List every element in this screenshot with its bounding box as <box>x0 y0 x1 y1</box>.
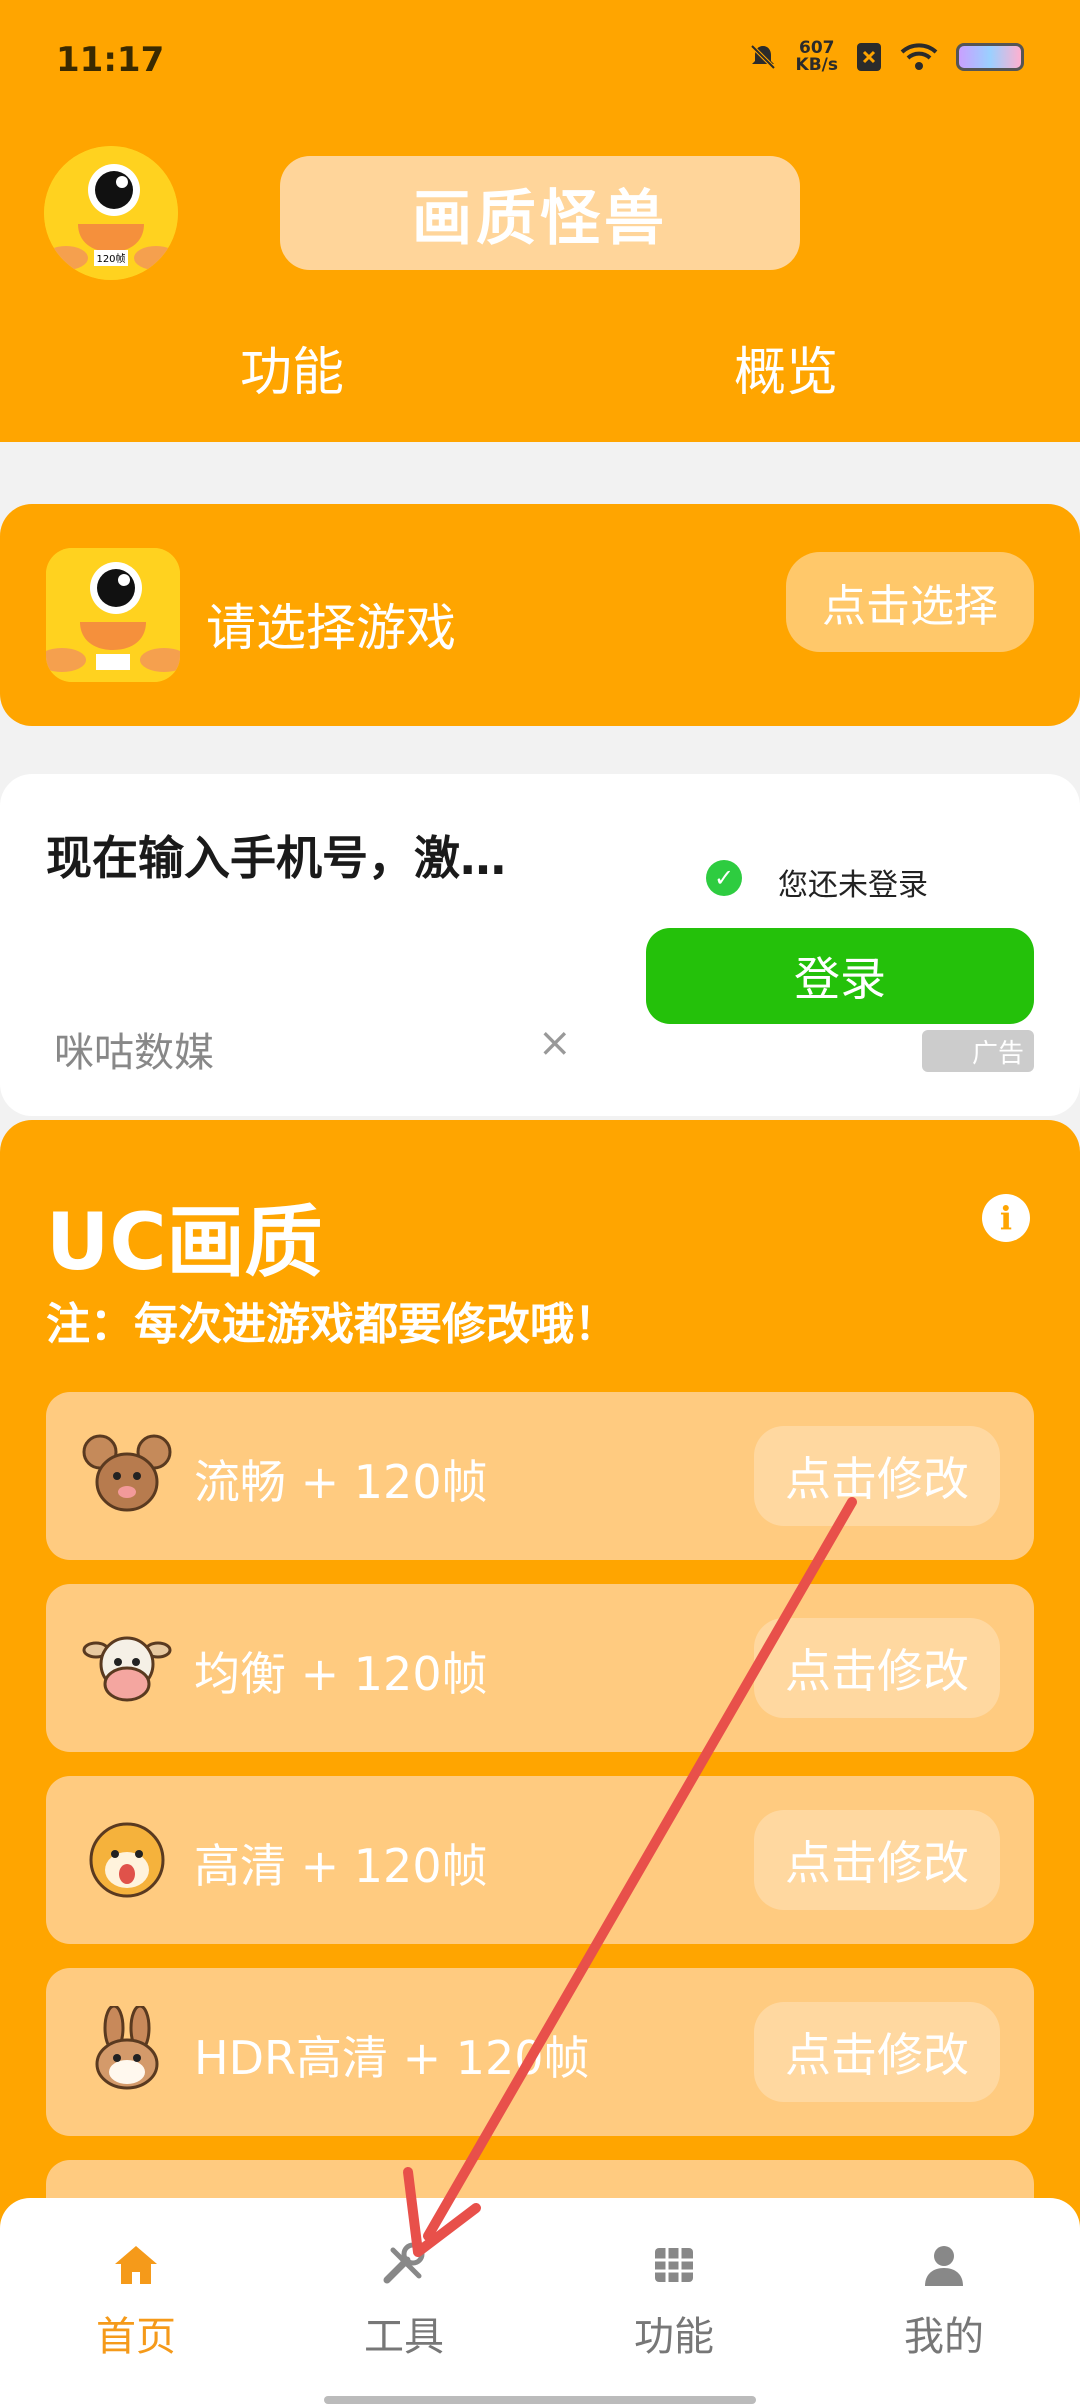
nav-label: 功能 <box>634 2314 714 2360</box>
logo-monster-icon: 120帧 <box>44 146 178 280</box>
status-time: 11:17 <box>56 40 165 80</box>
game-monster-icon <box>46 548 180 682</box>
info-icon[interactable]: i <box>982 1194 1030 1242</box>
tiger-icon <box>89 1822 165 1898</box>
app-header: 11:17 607 KB/s 120帧 画质怪兽 功能 概览 <box>0 0 1080 442</box>
nav-home[interactable]: 首页 <box>36 2240 236 2362</box>
nav-tools[interactable]: 工具 <box>304 2240 504 2362</box>
app-logo[interactable]: 120帧 <box>44 146 178 280</box>
wifi-icon <box>900 43 938 70</box>
game-icon <box>46 548 180 682</box>
net-speed: 607 KB/s <box>795 38 838 75</box>
tools-icon <box>383 2242 425 2284</box>
ad-title: 现在输入手机号，激… <box>46 831 506 885</box>
game-select-card: 请选择游戏 点击选择 <box>0 504 1080 726</box>
cow-icon <box>82 1636 172 1702</box>
nav-features[interactable]: 功能 <box>574 2240 774 2362</box>
app-title: 画质怪兽 <box>412 183 668 254</box>
sim-x-icon <box>857 43 881 71</box>
select-game-label: 请选择游戏 <box>206 599 456 657</box>
modify-button-balanced[interactable]: 点击修改 <box>754 1618 1000 1718</box>
nav-label: 我的 <box>904 2314 984 2360</box>
mode-label: 高清 + 120帧 <box>194 1839 488 1893</box>
battery-icon <box>956 43 1024 71</box>
logo-badge-text: 120帧 <box>96 252 125 265</box>
mode-row-smooth: 流畅 + 120帧 点击修改 <box>46 1392 1034 1560</box>
status-bar: 11:17 607 KB/s <box>0 0 1080 120</box>
mute-bell-icon <box>750 44 775 70</box>
grid-icon <box>655 2248 693 2282</box>
mode-label: 流畅 + 120帧 <box>194 1455 488 1509</box>
rabbit-icon <box>95 2006 159 2090</box>
quality-card: UC画质 i 注：每次进游戏都要修改哦！ 流畅 + 120帧 点击修改 均衡 +… <box>0 1120 1080 2328</box>
nav-label: 工具 <box>364 2314 444 2360</box>
app-title-box: 画质怪兽 <box>280 156 800 270</box>
ad-close-icon[interactable]: × <box>538 1020 572 1066</box>
ad-badge: 广告 <box>922 1030 1034 1072</box>
tab-overview[interactable]: 概览 <box>734 330 838 405</box>
nav-profile[interactable]: 我的 <box>844 2240 1044 2362</box>
nav-label: 首页 <box>96 2314 176 2360</box>
tab-features[interactable]: 功能 <box>240 330 344 405</box>
check-icon: ✓ <box>706 860 742 896</box>
ad-source: 咪咕数媒 <box>54 1030 214 1076</box>
ad-login-button[interactable]: 登录 <box>646 928 1034 1024</box>
modify-button-hd[interactable]: 点击修改 <box>754 1810 1000 1910</box>
ad-card[interactable]: 现在输入手机号，激… ✓ 您还未登录 登录 咪咕数媒 × 广告 <box>0 774 1080 1116</box>
mode-row-balanced: 均衡 + 120帧 点击修改 <box>46 1584 1034 1752</box>
mouse-icon <box>82 1434 172 1512</box>
mode-label: 均衡 + 120帧 <box>194 1647 488 1701</box>
user-icon <box>925 2246 963 2286</box>
ad-login-status: 您还未登录 <box>778 868 928 903</box>
home-icon <box>115 2246 157 2284</box>
modify-button-hdr[interactable]: 点击修改 <box>754 2002 1000 2102</box>
bottom-nav: 首页 工具 功能 我的 <box>0 2198 1080 2408</box>
modify-button-smooth[interactable]: 点击修改 <box>754 1426 1000 1526</box>
status-icons: 607 KB/s <box>748 40 1024 74</box>
quality-title: UC画质 <box>46 1198 323 1288</box>
home-indicator <box>324 2396 756 2404</box>
mode-row-hdr: HDR高清 + 120帧 点击修改 <box>46 1968 1034 2136</box>
quality-note: 注：每次进游戏都要修改哦！ <box>46 1299 618 1350</box>
select-game-button[interactable]: 点击选择 <box>786 552 1034 652</box>
mode-label: HDR高清 + 120帧 <box>194 2031 590 2085</box>
mode-row-hd: 高清 + 120帧 点击修改 <box>46 1776 1034 1944</box>
